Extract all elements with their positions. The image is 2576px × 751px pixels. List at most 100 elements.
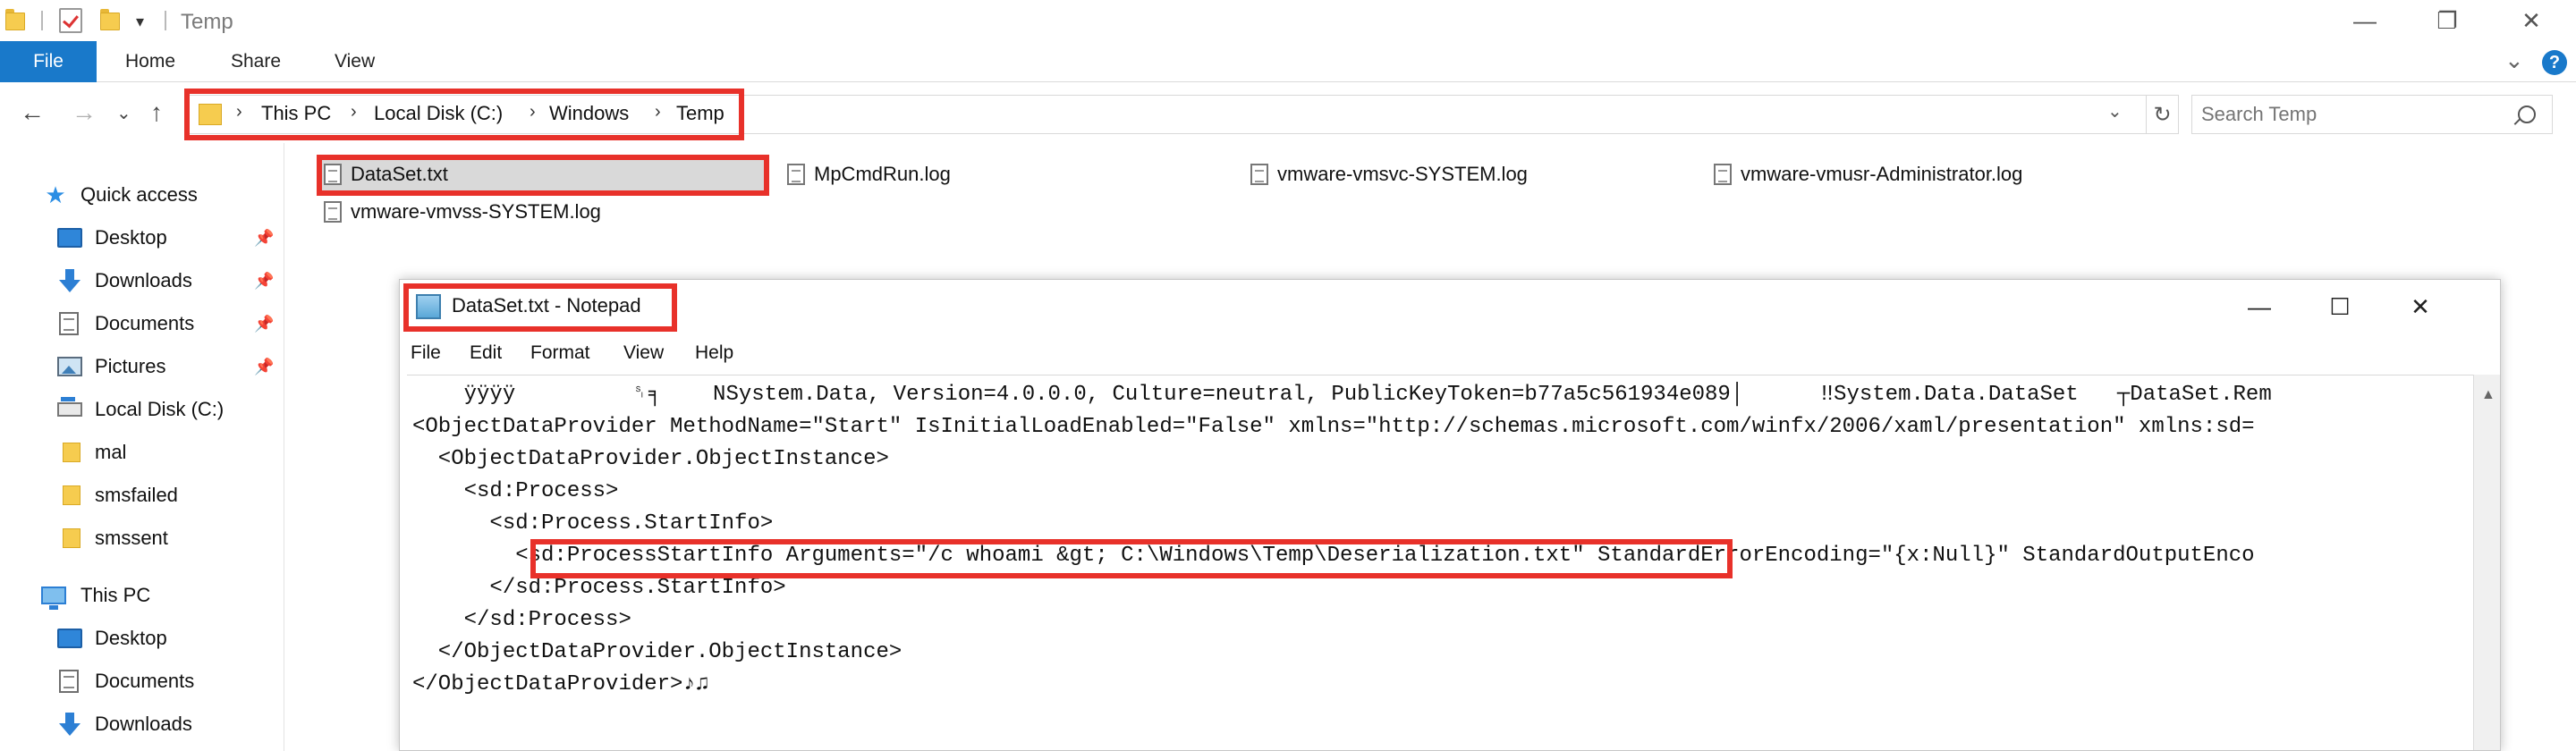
sidebar-item-downloads[interactable]: Downloads 📌 xyxy=(0,263,284,299)
text-line: <ObjectDataProvider.ObjectInstance> xyxy=(412,447,889,471)
file-name: vmware-vmvss-SYSTEM.log xyxy=(351,200,601,223)
notepad-close-button[interactable]: ✕ xyxy=(2380,280,2461,333)
window-title: Temp xyxy=(181,10,233,34)
sidebar-item-label: Documents xyxy=(95,670,195,692)
documents-icon xyxy=(59,312,79,335)
forward-arrow-icon[interactable]: → xyxy=(72,98,97,127)
text-line: ÿÿÿÿ ␏╕ NSystem.Data, Version=4.0.0.0, C… xyxy=(412,383,2272,407)
menu-view[interactable]: View xyxy=(623,342,664,364)
sidebar-item-label: This PC xyxy=(80,584,151,606)
sidebar-item-local-disk[interactable]: Local Disk (C:) xyxy=(0,392,284,427)
downloads-icon xyxy=(57,713,82,736)
sidebar-item-this-pc[interactable]: This PC xyxy=(0,578,284,613)
ribbon: File Home Share View ⌄ ? xyxy=(0,41,2576,82)
sidebar-item-label: Quick access xyxy=(80,183,198,206)
address-dropdown-chevron-icon[interactable]: ⌄ xyxy=(2107,100,2123,122)
notepad-maximize-button[interactable]: ☐ xyxy=(2300,280,2380,333)
log-file-icon xyxy=(787,164,805,185)
sidebar-item-label: smsfailed xyxy=(95,484,178,506)
file-name: vmware-vmusr-Administrator.log xyxy=(1741,163,2023,185)
log-file-icon xyxy=(1714,164,1732,185)
pin-icon[interactable]: 📌 xyxy=(254,315,274,333)
address-annotation-box xyxy=(184,89,744,140)
toolbar-divider xyxy=(165,11,166,30)
refresh-icon[interactable]: ↻ xyxy=(2147,95,2179,134)
close-button[interactable]: ✕ xyxy=(2490,0,2572,41)
up-arrow-icon[interactable]: ↑ xyxy=(150,98,163,127)
sidebar-item-label: Downloads xyxy=(95,713,192,735)
file-name: MpCmdRun.log xyxy=(814,163,951,185)
file-name: DataSet.txt xyxy=(351,163,448,185)
disk-icon xyxy=(57,397,82,417)
sidebar-item-label: Desktop xyxy=(95,627,167,649)
customize-toolbar-dropdown-icon[interactable]: ▾ xyxy=(136,13,144,31)
menu-file[interactable]: File xyxy=(411,342,441,364)
desktop-icon xyxy=(57,228,82,248)
folder-icon xyxy=(63,485,80,505)
tab-file[interactable]: File xyxy=(0,41,97,82)
file-name: vmware-vmsvc-SYSTEM.log xyxy=(1277,163,1528,185)
explorer-title-bar: ▾ Temp — ❐ ✕ xyxy=(0,0,2576,41)
recent-locations-chevron-icon[interactable]: ⌄ xyxy=(116,102,131,124)
text-line: <ObjectDataProvider MethodName="Start" I… xyxy=(412,415,2255,439)
menu-edit[interactable]: Edit xyxy=(470,342,502,364)
properties-check-icon[interactable] xyxy=(59,8,82,33)
sidebar-item-pc-downloads[interactable]: Downloads xyxy=(0,706,284,742)
text-line: <sd:Process.StartInfo> xyxy=(412,511,774,536)
text-line: <sd:Process> xyxy=(412,479,619,503)
log-file-icon xyxy=(324,201,342,223)
sidebar-item-mal[interactable]: mal xyxy=(0,435,284,470)
navigation-pane: ★ Quick access Desktop 📌 Downloads 📌 Doc… xyxy=(0,143,284,751)
downloads-icon xyxy=(57,269,82,292)
sidebar-item-label: smssent xyxy=(95,527,168,549)
menu-help[interactable]: Help xyxy=(695,342,733,364)
menu-format[interactable]: Format xyxy=(530,342,590,364)
search-box[interactable] xyxy=(2191,95,2553,134)
search-icon[interactable] xyxy=(2518,105,2536,123)
folder-icon xyxy=(63,443,80,462)
tab-view[interactable]: View xyxy=(335,41,375,82)
folder-icon xyxy=(63,528,80,548)
pin-icon[interactable]: 📌 xyxy=(254,229,274,248)
sidebar-item-label: Local Disk (C:) xyxy=(95,398,225,420)
back-arrow-icon[interactable]: ← xyxy=(20,98,45,127)
pin-icon[interactable]: 📌 xyxy=(254,272,274,291)
text-line: </sd:Process> xyxy=(412,608,631,632)
search-input[interactable] xyxy=(2201,103,2505,126)
tab-share[interactable]: Share xyxy=(231,41,281,82)
sidebar-item-pc-documents[interactable]: Documents xyxy=(0,663,284,699)
scroll-up-arrow-icon[interactable]: ▲ xyxy=(2481,387,2496,403)
help-icon[interactable]: ? xyxy=(2542,50,2567,75)
star-icon: ★ xyxy=(45,181,66,208)
minimize-button[interactable]: — xyxy=(2324,0,2406,41)
notepad-window[interactable]: DataSet.txt - Notepad — ☐ ✕ File Edit Fo… xyxy=(399,279,2501,751)
documents-icon xyxy=(59,670,79,693)
desktop-icon xyxy=(57,629,82,648)
sidebar-item-smsfailed[interactable]: smsfailed xyxy=(0,477,284,513)
sidebar-item-desktop[interactable]: Desktop 📌 xyxy=(0,220,284,256)
sidebar-item-smssent[interactable]: smssent xyxy=(0,520,284,556)
vertical-scrollbar[interactable]: ▲ xyxy=(2473,375,2500,750)
sidebar-item-documents[interactable]: Documents 📌 xyxy=(0,306,284,342)
notepad-minimize-button[interactable]: — xyxy=(2219,280,2300,333)
new-folder-icon[interactable] xyxy=(100,9,120,32)
computer-icon xyxy=(41,586,66,610)
sidebar-item-pictures[interactable]: Pictures 📌 xyxy=(0,349,284,384)
sidebar-item-pc-desktop[interactable]: Desktop xyxy=(0,620,284,656)
tab-home[interactable]: Home xyxy=(125,41,175,82)
pin-icon[interactable]: 📌 xyxy=(254,358,274,376)
text-file-icon xyxy=(324,164,342,185)
sidebar-item-label: Documents xyxy=(95,312,195,334)
expand-ribbon-chevron-icon[interactable]: ⌄ xyxy=(2504,46,2524,74)
notepad-icon xyxy=(416,294,441,319)
sidebar-item-quick-access[interactable]: ★ Quick access xyxy=(0,177,284,213)
toolbar-divider xyxy=(41,11,43,30)
sidebar-item-label: Downloads xyxy=(95,269,192,291)
restore-button[interactable]: ❐ xyxy=(2406,0,2488,41)
pictures-icon xyxy=(57,357,82,376)
folder-icon[interactable] xyxy=(5,9,25,32)
sidebar-item-label: mal xyxy=(95,441,127,463)
arguments-annotation-box xyxy=(530,539,1733,578)
text-line: </ObjectDataProvider>♪♫ xyxy=(412,672,709,696)
log-file-icon xyxy=(1250,164,1268,185)
